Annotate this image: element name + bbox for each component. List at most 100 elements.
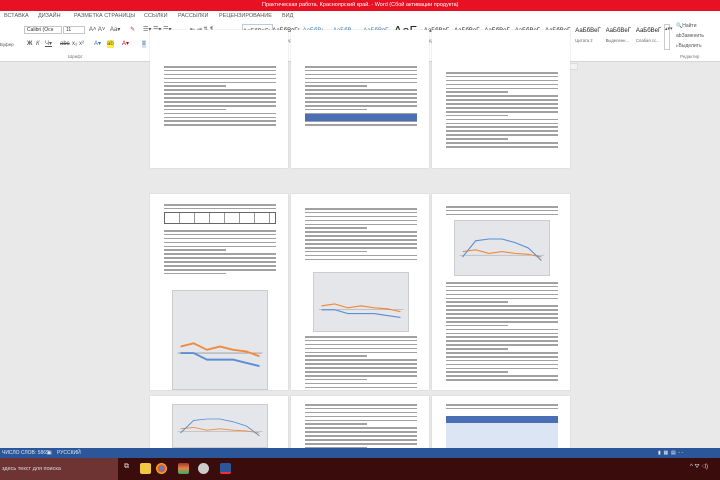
text-line [446,301,508,304]
text-line [164,272,226,275]
text-line [446,336,558,339]
font-size-select[interactable]: 11 [63,26,85,34]
text-line [305,124,417,126]
text-line [305,355,367,358]
text-line [305,378,367,381]
word-icon[interactable] [220,463,231,474]
text-line [446,282,558,284]
text-line [446,352,558,354]
text-line [446,99,558,101]
tab-layout[interactable]: РАЗМЕТКА СТРАНИЦЫ [74,11,135,22]
chart-image [172,290,268,390]
text-line [446,340,558,342]
text-line [305,66,417,68]
winrar-icon[interactable] [178,463,189,474]
text-block [164,204,276,212]
strikethrough-icon[interactable]: abc [60,40,70,48]
text-line [305,101,417,103]
text-line [164,253,276,255]
document-page[interactable] [150,30,288,168]
font-group-label: Шрифт [68,54,83,59]
select-button[interactable]: ▹Выделить [676,42,702,50]
text-line [446,206,558,208]
tab-view[interactable]: ВИД [282,11,293,22]
replace-button[interactable]: abЗаменить [676,32,704,40]
subscript-icon[interactable]: x₂ x² [72,40,84,48]
highlight-icon[interactable]: ab [107,40,114,48]
text-line [164,101,276,103]
text-line [305,69,417,72]
text-line [305,231,417,233]
text-line [446,297,558,300]
style-item[interactable]: АаБбВеГ Слабая сс... [636,24,667,51]
tab-review[interactable]: РЕЦЕНЗИРОВАНИЕ [219,11,272,22]
style-item[interactable]: АаБбВеГ Выделенн... [606,24,637,51]
text-line [164,204,276,206]
view-buttons[interactable]: ▮ ▦ ▤ - - [658,448,683,458]
tab-references[interactable]: ССЫЛКИ [144,11,168,22]
taskbar-search[interactable]: здесь текст для поиска [0,458,118,480]
text-line [446,313,558,315]
text-line [305,208,417,210]
clipboard-label: Буфер [0,42,14,47]
text-line [446,407,558,410]
find-button[interactable]: 🔍Найти [676,22,697,30]
text-line [446,95,558,97]
text-line [164,81,276,84]
language-indicator[interactable]: РУССКИЙ [57,448,81,458]
italic-icon[interactable]: К [36,40,40,48]
text-line [446,285,558,288]
proofing-icon[interactable]: ▣ [47,448,52,458]
text-line [305,336,417,338]
text-line [305,415,417,418]
selected-table[interactable] [305,114,417,121]
window-title: Практическая работа. Красноярский край. … [262,2,459,8]
text-line [305,435,417,437]
text-effects-icon[interactable]: A▾ [94,40,101,48]
text-line [305,386,417,389]
text-line [305,235,417,237]
text-line [446,75,558,78]
text-line [305,246,417,249]
align-left-icon[interactable]: ≡ [142,40,146,48]
font-color-icon[interactable]: A▾ [122,40,129,48]
style-item[interactable]: АаБбВеГ Цитата 2 [575,24,606,51]
text-block [305,336,417,390]
text-line [305,104,417,107]
tab-design[interactable]: ДИЗАЙН [38,11,61,22]
underline-icon[interactable]: Ч▾ [45,40,52,48]
text-line [446,138,508,140]
bold-icon[interactable]: Ж [27,40,32,48]
word-count[interactable]: ЧИСЛО СЛОВ: 5869 [2,448,49,458]
document-page[interactable] [432,30,570,168]
media-player-icon[interactable] [198,463,209,474]
text-line [305,427,417,429]
text-line [164,112,276,115]
tab-mailings[interactable]: РАССЫЛКИ [178,11,208,22]
text-line [305,250,367,253]
tab-insert[interactable]: ВСТАВКА [4,11,29,22]
document-page[interactable] [150,194,288,390]
text-line [305,108,367,111]
text-line [164,249,226,252]
text-line [446,324,508,327]
text-line [305,382,417,385]
styles-scroll[interactable]: ▴▾▾ [664,24,673,50]
font-name-select[interactable]: Calibri (Осн [24,26,62,34]
clear-format-icon[interactable]: ✎ [130,26,135,34]
document-page[interactable] [432,194,570,390]
text-line [305,423,367,426]
text-line [164,73,276,76]
system-tray[interactable]: ^ ⛛ ◁) [690,464,708,471]
text-line [446,213,558,216]
chrome-icon[interactable] [156,463,167,474]
task-view-icon[interactable]: ⧉ [124,463,129,471]
change-case-icon[interactable]: Aa▾ [110,26,120,34]
document-page[interactable] [291,30,429,168]
file-explorer-icon[interactable] [140,463,151,474]
grow-font-icon[interactable]: A˄ A˅ [89,26,105,34]
document-page[interactable] [291,194,429,390]
text-block [446,282,558,383]
text-line [305,359,417,361]
text-line [164,257,276,259]
